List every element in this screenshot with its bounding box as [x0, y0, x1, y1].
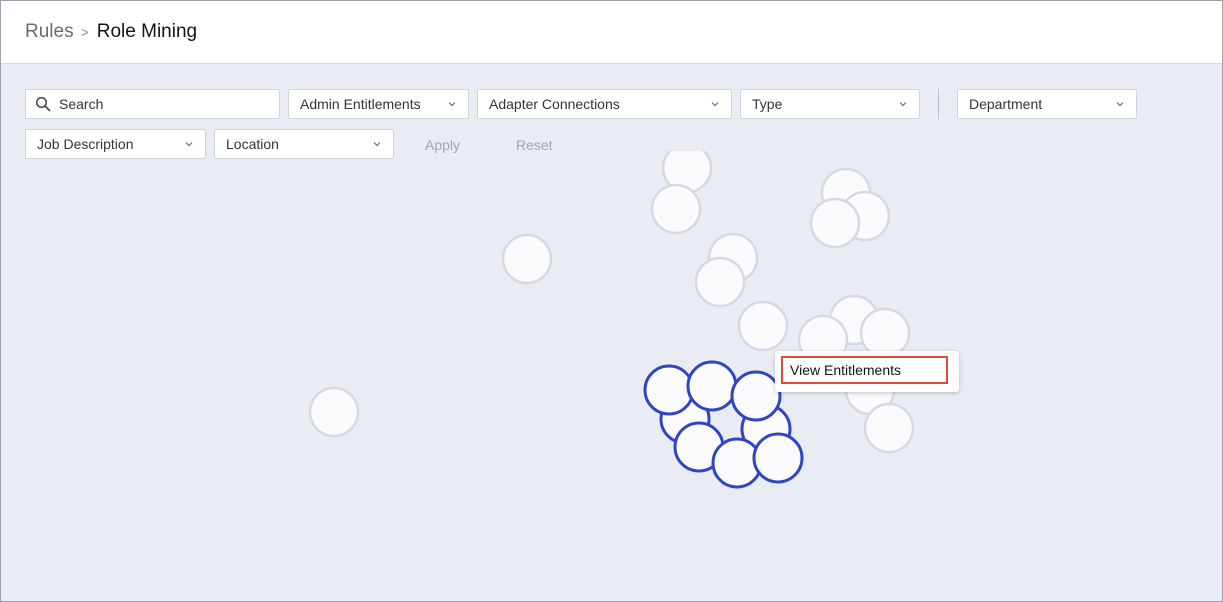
chevron-down-icon — [373, 142, 381, 147]
chevron-down-icon — [185, 142, 193, 147]
filter-divider — [938, 89, 939, 119]
adapter-connections-dropdown[interactable]: Adapter Connections — [477, 89, 732, 119]
chevron-down-icon — [1116, 102, 1124, 107]
search-icon — [35, 96, 51, 112]
graph-node-selected[interactable] — [686, 360, 738, 412]
graph-node[interactable] — [650, 183, 702, 235]
app-window: Rules > Role Mining Search Admin Entitle… — [0, 0, 1223, 602]
breadcrumb-rules-link[interactable]: Rules — [25, 21, 74, 43]
chevron-down-icon — [711, 102, 719, 107]
breadcrumb-separator-icon: > — [80, 24, 89, 40]
department-dropdown[interactable]: Department — [957, 89, 1137, 119]
department-label: Department — [969, 96, 1043, 112]
chevron-down-icon — [899, 102, 907, 107]
adapter-connections-label: Adapter Connections — [489, 96, 620, 112]
context-menu: View Entitlements — [775, 351, 959, 392]
breadcrumb: Rules > Role Mining — [25, 20, 197, 44]
admin-entitlements-label: Admin Entitlements — [300, 96, 421, 112]
graph-node-selected[interactable] — [730, 370, 782, 422]
search-placeholder: Search — [59, 96, 104, 112]
admin-entitlements-dropdown[interactable]: Admin Entitlements — [288, 89, 469, 119]
location-label: Location — [226, 136, 279, 152]
graph-node-selected[interactable] — [752, 432, 804, 484]
page-header: Rules > Role Mining — [1, 1, 1222, 64]
role-mining-graph — [308, 151, 915, 489]
type-label: Type — [752, 96, 783, 112]
search-input[interactable]: Search — [25, 89, 280, 119]
graph-node[interactable] — [859, 307, 911, 359]
page-title: Role Mining — [96, 21, 198, 42]
graph-node[interactable] — [501, 233, 553, 285]
graph-node[interactable] — [863, 402, 915, 454]
view-entitlements-menu-item[interactable]: View Entitlements — [781, 356, 948, 384]
graph-node[interactable] — [694, 256, 746, 308]
type-dropdown[interactable]: Type — [740, 89, 920, 119]
job-description-label: Job Description — [37, 136, 134, 152]
graph-node[interactable] — [308, 386, 360, 438]
chevron-down-icon — [448, 102, 456, 107]
graph-node[interactable] — [809, 197, 861, 249]
graph-node-selected[interactable] — [643, 364, 695, 416]
graph-node[interactable] — [737, 300, 789, 352]
